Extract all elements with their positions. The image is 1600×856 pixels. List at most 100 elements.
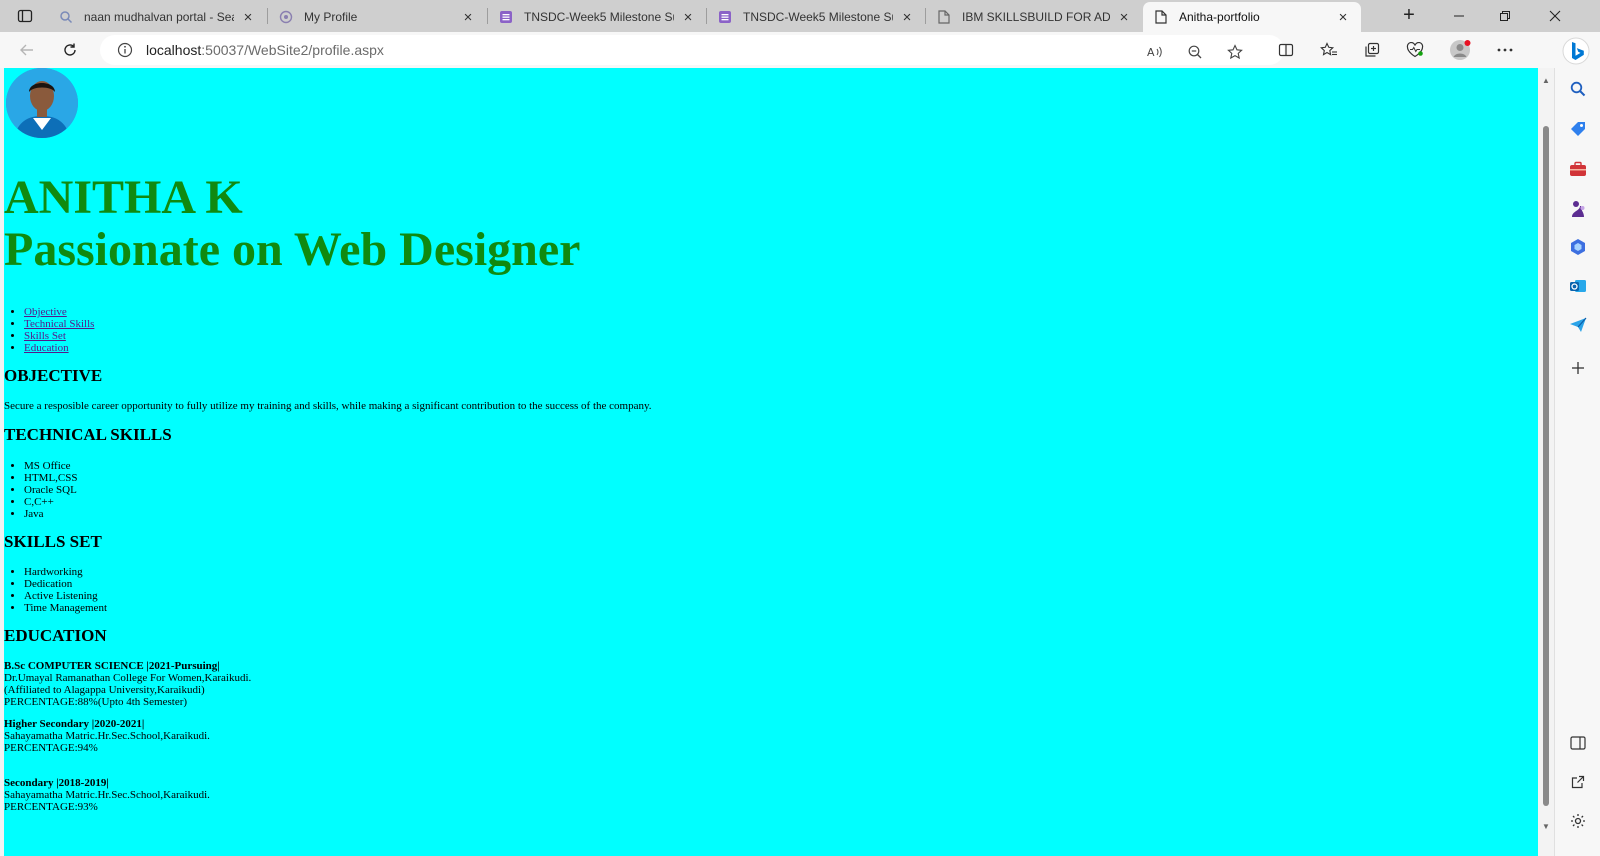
education-entry: Secondary |2018-2019| Sahayamatha Matric… [4, 777, 210, 813]
tab-title: TNSDC-Week5 Milestone Submission [743, 10, 893, 24]
nav-link-objective[interactable]: Objective [24, 306, 67, 318]
url-path: :50037/WebSite2/profile.aspx [201, 42, 384, 58]
restore-icon [1500, 11, 1510, 21]
back-button[interactable] [12, 36, 42, 64]
sidebar-office-icon[interactable] [1567, 236, 1589, 258]
scroll-thumb[interactable] [1543, 126, 1549, 806]
new-tab-button[interactable]: + [1395, 4, 1423, 28]
close-icon[interactable]: × [680, 9, 696, 26]
svg-text:A: A [1147, 46, 1155, 59]
sidebar-toggle-icon[interactable] [1567, 732, 1589, 754]
refresh-button[interactable] [55, 36, 85, 64]
browser-toolbar: localhost:50037/WebSite2/profile.aspx A [0, 32, 1600, 68]
minimize-button[interactable] [1436, 0, 1482, 32]
close-icon[interactable]: × [460, 9, 476, 26]
education-title: B.Sc COMPUTER SCIENCE |2021-Pursuing| [4, 660, 220, 672]
education-line: (Affiliated to Alagappa University,Karai… [4, 684, 205, 696]
sidebar-outlook-icon[interactable] [1567, 275, 1589, 297]
sidebar-shopping-icon[interactable] [1567, 118, 1589, 140]
education-line: PERCENTAGE:88%(Upto 4th Semester) [4, 696, 188, 708]
read-aloud-icon[interactable]: A [1144, 41, 1166, 63]
page-scrollbar[interactable]: ▲ ▼ [1538, 68, 1554, 856]
tab-title: naan mudhalvan portal - Search [84, 10, 234, 24]
close-window-button[interactable] [1532, 0, 1578, 32]
list-item: HTML,CSS [24, 472, 78, 484]
tab-title: TNSDC-Week5 Milestone Submission [524, 10, 674, 24]
technical-skills-list: MS Office HTML,CSS Oracle SQL C,C++ Java [24, 460, 78, 520]
list-item: Dedication [24, 578, 107, 590]
profile-avatar[interactable] [1446, 37, 1474, 63]
tab-title: My Profile [304, 10, 358, 24]
profile-photo [6, 68, 78, 138]
list-item: Time Management [24, 602, 107, 614]
tab-my-profile[interactable]: My Profile × [268, 2, 486, 32]
tab-actions-button[interactable] [8, 3, 42, 29]
close-icon[interactable]: × [1116, 9, 1132, 26]
education-line: PERCENTAGE:93% [4, 801, 98, 813]
forms-icon [717, 9, 733, 25]
education-entry: Higher Secondary |2020-2021| Sahayamatha… [4, 718, 210, 754]
settings-more-icon[interactable] [1491, 37, 1519, 63]
education-heading: EDUCATION [4, 626, 107, 645]
education-title: Secondary |2018-2019| [4, 777, 109, 789]
technical-skills-heading: TECHNICAL SKILLS [4, 425, 172, 444]
nav-link-skills-set[interactable]: Skills Set [24, 330, 66, 342]
tab-title: Anitha-portfolio [1179, 10, 1260, 24]
bing-copilot-icon[interactable] [1561, 36, 1591, 66]
nav-item: Objective [24, 306, 94, 318]
list-item: Oracle SQL [24, 484, 78, 496]
education-line: PERCENTAGE:94% [4, 742, 98, 754]
restore-button[interactable] [1482, 0, 1528, 32]
sidebar-settings-icon[interactable] [1567, 810, 1589, 832]
open-external-icon[interactable] [1567, 771, 1589, 793]
section-nav: Objective Technical Skills Skills Set Ed… [24, 306, 94, 354]
favorite-star-icon[interactable] [1224, 41, 1246, 63]
nav-item: Technical Skills [24, 318, 94, 330]
refresh-icon [64, 43, 76, 56]
list-item: Active Listening [24, 590, 107, 602]
sidebar-drop-icon[interactable] [1567, 314, 1589, 336]
nav-item: Education [24, 342, 94, 354]
close-icon[interactable]: × [899, 9, 915, 26]
education-entry: B.Sc COMPUTER SCIENCE |2021-Pursuing| Dr… [4, 660, 251, 708]
sidebar-add-icon[interactable] [1567, 357, 1589, 379]
split-screen-icon[interactable] [1272, 37, 1300, 63]
list-item: Java [24, 508, 78, 520]
list-item: Hardworking [24, 566, 107, 578]
browser-essentials-icon[interactable] [1401, 37, 1429, 63]
sidebar-games-icon[interactable] [1567, 198, 1589, 220]
url-text: localhost:50037/WebSite2/profile.aspx [146, 42, 384, 58]
nav-link-education[interactable]: Education [24, 342, 69, 354]
tab-tnsdc-2[interactable]: TNSDC-Week5 Milestone Submission × [707, 2, 925, 32]
nav-link-technical-skills[interactable]: Technical Skills [24, 318, 94, 330]
tab-ibm-skillsbuild[interactable]: IBM SKILLSBUILD FOR ADULTS × [926, 2, 1142, 32]
page-content: ANITHA K Passionate on Web Designer Obje… [4, 68, 1538, 856]
tab-search[interactable]: naan mudhalvan portal - Search × [48, 2, 266, 32]
close-icon[interactable]: × [1335, 9, 1351, 26]
education-line: Sahayamatha Matric.Hr.Sec.School,Karaiku… [4, 730, 210, 742]
tab-anitha-portfolio[interactable]: Anitha-portfolio × [1143, 2, 1361, 32]
skills-set-list: Hardworking Dedication Active Listening … [24, 566, 107, 614]
site-info-icon[interactable] [116, 41, 134, 59]
collections-icon[interactable] [1358, 37, 1386, 63]
zoom-out-icon[interactable] [1184, 41, 1206, 63]
tab-tnsdc-1[interactable]: TNSDC-Week5 Milestone Submission × [488, 2, 706, 32]
profile-name: ANITHA K [4, 171, 243, 224]
close-icon[interactable]: × [240, 9, 256, 26]
list-item: C,C++ [24, 496, 78, 508]
document-icon [1153, 9, 1169, 25]
favorites-icon[interactable] [1315, 37, 1343, 63]
skills-set-heading: SKILLS SET [4, 532, 102, 551]
document-icon [936, 9, 952, 25]
scroll-up-icon[interactable]: ▲ [1541, 76, 1551, 86]
sidebar-tools-icon[interactable] [1567, 158, 1589, 180]
scroll-down-icon[interactable]: ▼ [1541, 822, 1551, 832]
address-bar[interactable]: localhost:50037/WebSite2/profile.aspx A [100, 35, 1284, 65]
tab-strip: naan mudhalvan portal - Search × My Prof… [0, 0, 1600, 32]
forms-icon [498, 9, 514, 25]
back-arrow-icon [20, 44, 33, 56]
tab-title: IBM SKILLSBUILD FOR ADULTS [962, 10, 1110, 24]
sidebar-search-icon[interactable] [1567, 78, 1589, 100]
education-line: Sahayamatha Matric.Hr.Sec.School,Karaiku… [4, 789, 210, 801]
url-host: localhost [146, 42, 202, 58]
